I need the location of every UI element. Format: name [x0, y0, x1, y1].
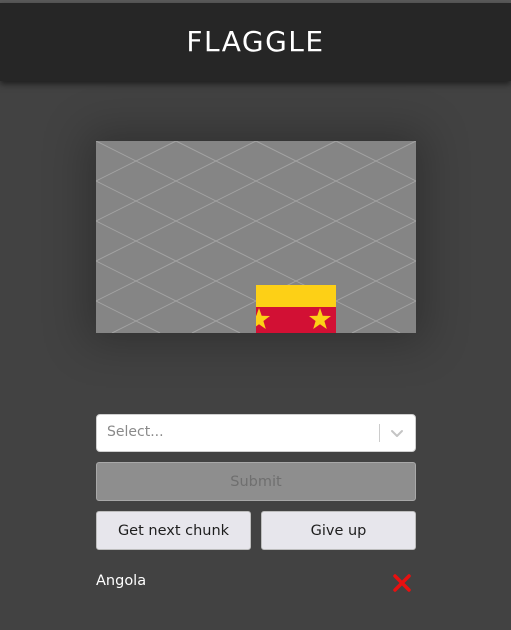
give-up-button[interactable]: Give up: [261, 511, 416, 550]
chunk-yellow-band: [256, 285, 336, 307]
app-title: FLAGGLE: [186, 24, 325, 58]
submit-button[interactable]: Submit: [96, 462, 416, 501]
select-separator: [379, 424, 380, 442]
flag-board: [96, 141, 416, 333]
guess-country: Angola: [96, 573, 147, 589]
revealed-flag-chunk: [256, 285, 336, 333]
chevron-down-icon[interactable]: [389, 425, 405, 441]
close-icon: [393, 574, 411, 592]
country-select[interactable]: Select...: [96, 414, 416, 452]
app-header: FLAGGLE: [0, 3, 511, 81]
select-placeholder: Select...: [107, 424, 164, 440]
next-chunk-button[interactable]: Get next chunk: [96, 511, 251, 550]
